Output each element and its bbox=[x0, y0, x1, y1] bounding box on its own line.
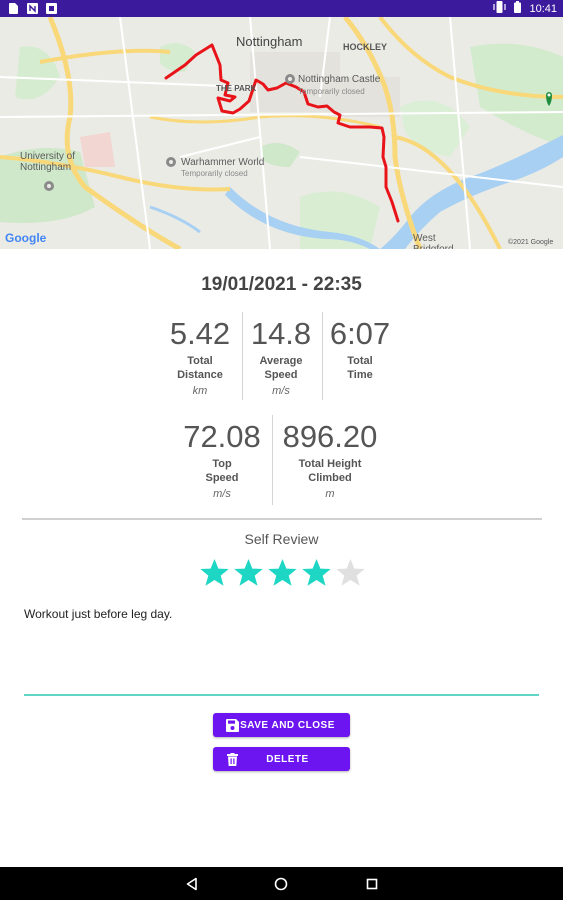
map-label-warhammer-status: Temporarily closed bbox=[181, 169, 248, 178]
rating-bar[interactable] bbox=[199, 557, 366, 588]
stat-average-speed: 14.8 Average Speed m/s bbox=[244, 316, 318, 398]
divider bbox=[242, 312, 243, 400]
section-divider bbox=[22, 518, 542, 520]
star-icon[interactable] bbox=[199, 557, 230, 588]
star-icon[interactable] bbox=[335, 557, 366, 588]
map-graphics bbox=[0, 17, 563, 249]
stat-unit: m/s bbox=[272, 385, 290, 397]
stat-unit: m bbox=[325, 488, 335, 500]
stat-label: Total Time bbox=[347, 355, 373, 381]
delete-label: DELETE bbox=[266, 753, 309, 765]
delete-button[interactable]: DELETE bbox=[213, 747, 350, 771]
self-review-title: Self Review bbox=[244, 531, 319, 547]
stat-value: 14.8 bbox=[250, 316, 312, 351]
home-icon[interactable] bbox=[273, 876, 289, 892]
notes-input[interactable]: Workout just before leg day. bbox=[24, 607, 172, 621]
stat-label: Top Speed bbox=[205, 458, 239, 484]
stat-top-speed: 72.08 Top Speed m/s bbox=[176, 419, 268, 501]
stat-label: Total Distance bbox=[177, 355, 223, 381]
save-icon bbox=[225, 718, 239, 732]
battery-icon bbox=[514, 1, 522, 16]
divider bbox=[322, 312, 323, 400]
map-label-castle-status: Temporarily closed bbox=[298, 87, 365, 96]
status-bar: 10:41 bbox=[0, 0, 563, 17]
star-icon[interactable] bbox=[267, 557, 298, 588]
save-and-close-label: SAVE AND CLOSE bbox=[240, 719, 335, 731]
stat-unit: km bbox=[192, 385, 208, 397]
google-logo: Google bbox=[5, 231, 47, 245]
map-label-castle: Nottingham Castle bbox=[298, 74, 381, 85]
stat-total-time: 6:07 Total Time bbox=[324, 316, 396, 384]
star-icon[interactable] bbox=[301, 557, 332, 588]
map-label-hockley: HOCKLEY bbox=[343, 42, 388, 52]
star-icon[interactable] bbox=[233, 557, 264, 588]
stat-value: 5.42 bbox=[169, 316, 231, 351]
map-label-warhammer: Warhammer World bbox=[181, 157, 265, 168]
stat-value: 6:07 bbox=[329, 316, 391, 351]
map-copyright: ©2021 Google bbox=[508, 239, 554, 246]
workout-datetime: 19/01/2021 - 22:35 bbox=[201, 274, 362, 295]
stat-total-distance: 5.42 Total Distance km bbox=[160, 316, 240, 398]
box-icon bbox=[46, 2, 57, 14]
status-time: 10:41 bbox=[529, 2, 557, 15]
map-label-university: University of Nottingham bbox=[20, 151, 76, 173]
recents-icon[interactable] bbox=[364, 876, 380, 892]
trash-icon bbox=[225, 752, 239, 766]
map-label-nottingham: Nottingham bbox=[236, 34, 303, 49]
notes-underline bbox=[24, 694, 539, 696]
back-icon[interactable] bbox=[184, 876, 200, 892]
map-label-west-bridgford: West Bridgford bbox=[413, 233, 454, 249]
stat-unit: m/s bbox=[213, 488, 231, 500]
stat-total-height-climbed: 896.20 Total Height Climbed m bbox=[276, 419, 384, 501]
vibrate-icon bbox=[493, 1, 507, 16]
stat-value: 72.08 bbox=[183, 419, 261, 454]
file-icon bbox=[8, 2, 19, 14]
navigation-bar bbox=[0, 867, 563, 900]
map-label-the-park: THE PARK bbox=[216, 84, 257, 93]
route-map[interactable]: Nottingham HOCKLEY Nottingham Castle Tem… bbox=[0, 17, 563, 249]
divider bbox=[272, 415, 273, 505]
save-and-close-button[interactable]: SAVE AND CLOSE bbox=[213, 713, 350, 737]
notification-n-icon bbox=[27, 2, 38, 14]
stat-label: Total Height Climbed bbox=[298, 458, 362, 484]
stat-label: Average Speed bbox=[259, 355, 303, 381]
stat-value: 896.20 bbox=[282, 419, 378, 454]
